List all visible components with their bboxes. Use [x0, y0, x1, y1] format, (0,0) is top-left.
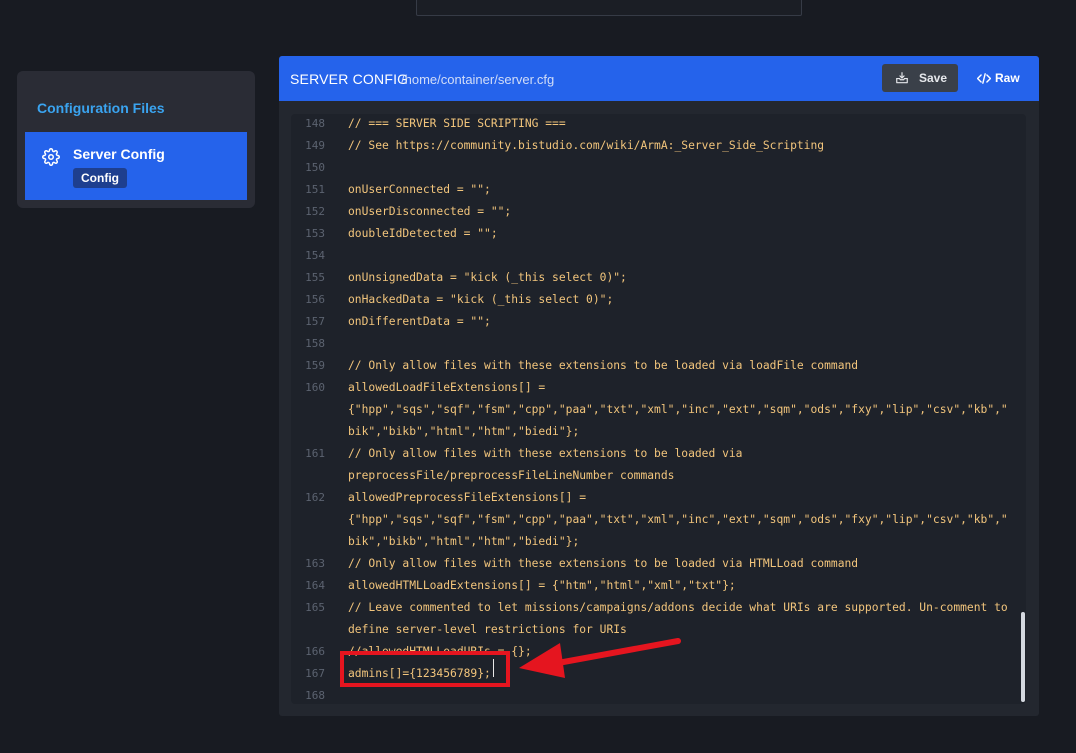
code-line: 164 allowedHTMLLoadExtensions[] = {"htm",…: [291, 575, 1026, 597]
line-number: 149: [305, 139, 325, 152]
line-number: 168: [305, 689, 325, 702]
gear-icon: [42, 148, 60, 166]
code-text: // === SERVER SIDE SCRIPTING ===: [348, 117, 566, 130]
code-line: 157 onDifferentData = "";: [291, 311, 1026, 333]
code-line: 153 doubleIdDetected = "";: [291, 223, 1026, 245]
highlight-box: [340, 651, 510, 687]
code-text: allowedLoadFileExtensions[] =: [348, 381, 546, 394]
line-number: 155: [305, 271, 325, 284]
line-number: 152: [305, 205, 325, 218]
code-line: 158: [291, 333, 1026, 355]
code-text: {"hpp","sqs","sqf","fsm","cpp","paa","tx…: [348, 403, 1008, 416]
code-text: onUnsignedData = "kick (_this select 0)"…: [348, 271, 627, 284]
code-line: preprocessFile/preprocessFileLineNumber …: [291, 465, 1026, 487]
code-line: {"hpp","sqs","sqf","fsm","cpp","paa","tx…: [291, 509, 1026, 531]
code-text: {"hpp","sqs","sqf","fsm","cpp","paa","tx…: [348, 513, 1008, 526]
page: Configuration Files Server Config Config…: [0, 0, 1076, 753]
line-number: 151: [305, 183, 325, 196]
raw-label: Raw: [995, 71, 1020, 85]
code-text: bik","bikb","html","htm","biedi"};: [348, 425, 580, 438]
line-number: 162: [305, 491, 325, 504]
raw-button[interactable]: Raw: [971, 64, 1027, 92]
code-text: preprocessFile/preprocessFileLineNumber …: [348, 469, 675, 482]
line-number: 157: [305, 315, 325, 328]
code-text: // See https://community.bistudio.com/wi…: [348, 139, 825, 152]
code-line: 155 onUnsignedData = "kick (_this select …: [291, 267, 1026, 289]
code-line: 161 // Only allow files with these extens…: [291, 443, 1026, 465]
sidebar: Configuration Files Server Config Config: [17, 71, 255, 208]
code-editor[interactable]: 148 // === SERVER SIDE SCRIPTING === 149 //…: [291, 114, 1026, 704]
line-number: 160: [305, 381, 325, 394]
line-number: 156: [305, 293, 325, 306]
line-number: 166: [305, 645, 325, 658]
code-line: bik","bikb","html","htm","biedi"};: [291, 421, 1026, 443]
line-number: 167: [305, 667, 325, 680]
arrow-icon: [519, 638, 681, 678]
top-input[interactable]: [416, 0, 802, 16]
editor-panel: SERVER CONFIG /home/container/server.cfg…: [279, 56, 1039, 716]
line-number: 164: [305, 579, 325, 592]
code-line: 152 onUserDisconnected = "";: [291, 201, 1026, 223]
sidebar-item-label: Server Config: [73, 146, 165, 162]
editor-title: SERVER CONFIG: [290, 71, 409, 87]
save-button[interactable]: Save: [882, 64, 958, 92]
code-text: allowedPreprocessFileExtensions[] =: [348, 491, 587, 504]
text-cursor: [493, 659, 494, 677]
code-text: // Only allow files with these extension…: [348, 557, 859, 570]
line-number: 165: [305, 601, 325, 614]
code-text: bik","bikb","html","htm","biedi"};: [348, 535, 580, 548]
code-line: {"hpp","sqs","sqf","fsm","cpp","paa","tx…: [291, 399, 1026, 421]
code-line: 159 // Only allow files with these extens…: [291, 355, 1026, 377]
code-lines: 148 // === SERVER SIDE SCRIPTING === 149 //…: [291, 114, 1026, 704]
sidebar-title: Configuration Files: [37, 100, 165, 116]
code-text: onUserConnected = "";: [348, 183, 491, 196]
code-line: 149 // See https://community.bistudio.com…: [291, 135, 1026, 157]
code-text: doubleIdDetected = "";: [348, 227, 498, 240]
code-text: onHackedData = "kick (_this select 0)";: [348, 293, 614, 306]
code-icon: [977, 73, 991, 84]
scrollbar[interactable]: [1021, 612, 1025, 702]
line-number: 153: [305, 227, 325, 240]
save-label: Save: [919, 71, 948, 85]
code-line: 168: [291, 685, 1026, 704]
code-line: bik","bikb","html","htm","biedi"};: [291, 531, 1026, 553]
line-number: 161: [305, 447, 325, 460]
line-number: 158: [305, 337, 325, 350]
code-line: 151 onUserConnected = "";: [291, 179, 1026, 201]
code-line: 150: [291, 157, 1026, 179]
code-line: 148 // === SERVER SIDE SCRIPTING ===: [291, 114, 1026, 135]
line-number: 159: [305, 359, 325, 372]
code-line: 156 onHackedData = "kick (_this select 0)…: [291, 289, 1026, 311]
code-text: // Leave commented to let missions/campa…: [348, 601, 1008, 614]
line-number: 150: [305, 161, 325, 174]
line-number: 154: [305, 249, 325, 262]
code-line: 162 allowedPreprocessFileExtensions[] =: [291, 487, 1026, 509]
line-number: 148: [305, 117, 325, 130]
code-text: allowedHTMLLoadExtensions[] = {"htm","ht…: [348, 579, 736, 592]
file-path: /home/container/server.cfg: [401, 72, 555, 87]
code-text: // Only allow files with these extension…: [348, 447, 743, 460]
code-line: 163 // Only allow files with these extens…: [291, 553, 1026, 575]
config-badge: Config: [73, 168, 127, 188]
code-text: // Only allow files with these extension…: [348, 359, 859, 372]
code-text: onUserDisconnected = "";: [348, 205, 512, 218]
sidebar-item-server-config[interactable]: Server Config Config: [25, 132, 247, 200]
download-icon: [896, 72, 908, 84]
line-number: 163: [305, 557, 325, 570]
code-line: 165 // Leave commented to let missions/ca…: [291, 597, 1026, 619]
code-line: 154: [291, 245, 1026, 267]
editor-header: SERVER CONFIG /home/container/server.cfg…: [279, 56, 1039, 101]
code-text: onDifferentData = "";: [348, 315, 491, 328]
code-line: 160 allowedLoadFileExtensions[] =: [291, 377, 1026, 399]
